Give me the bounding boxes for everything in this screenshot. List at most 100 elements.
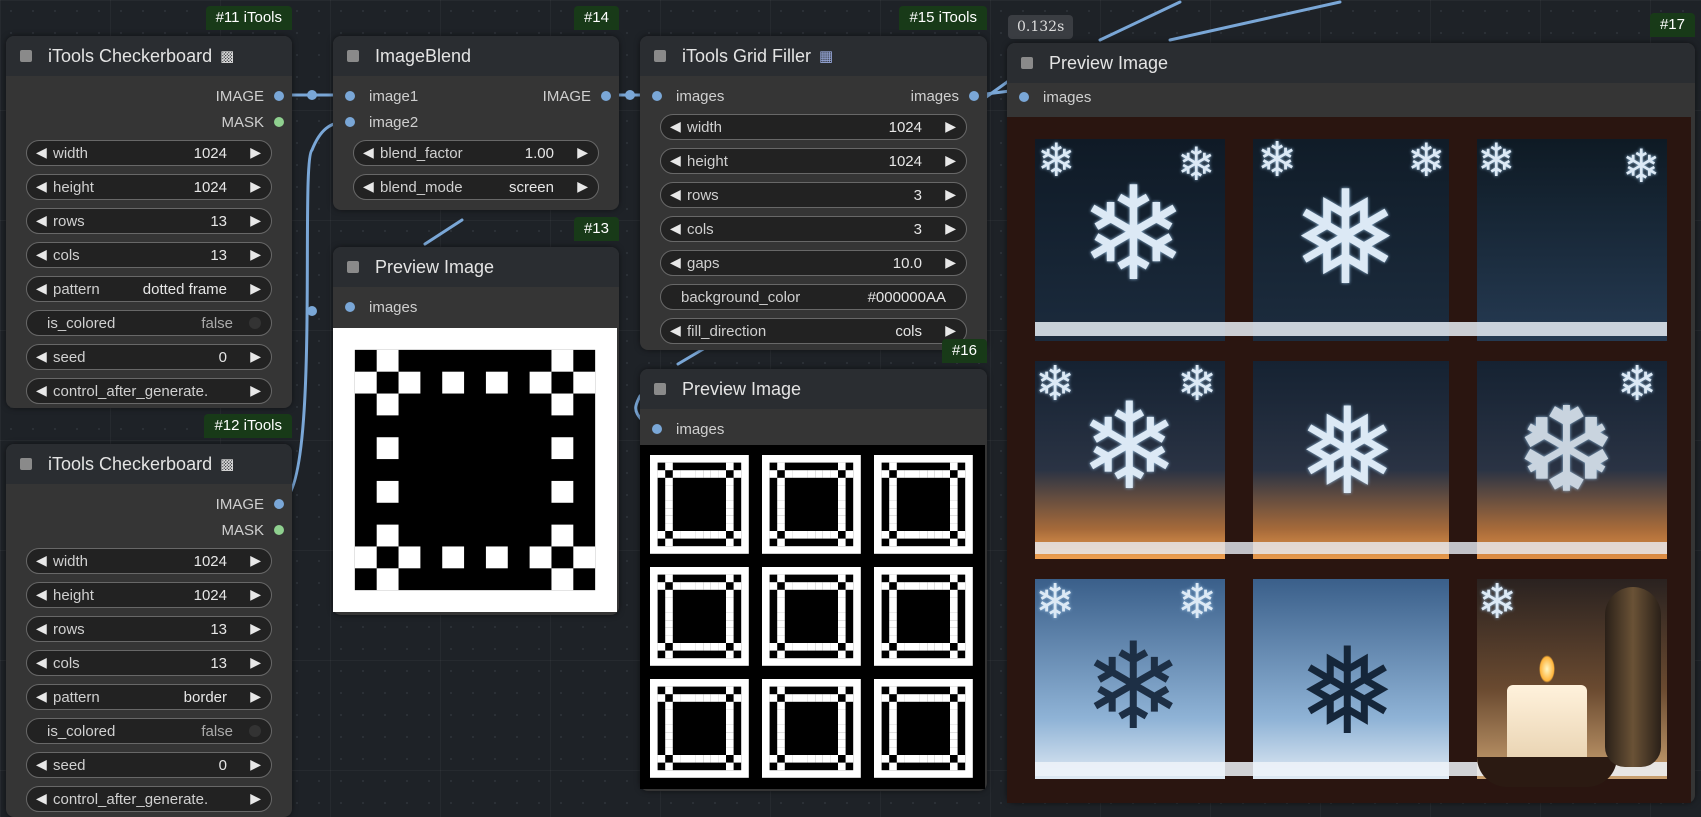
io-row-images[interactable]: images images <box>640 84 987 110</box>
decrement-arrow-icon[interactable]: ◀ <box>36 348 47 365</box>
decrement-arrow-icon[interactable]: ◀ <box>36 212 47 229</box>
node-11-checkerboard[interactable]: #11 iTools iTools Checkerboard ▩ IMAGE M… <box>6 6 292 408</box>
widget-height[interactable]: ◀ height 1024 ▶ <box>660 148 967 174</box>
widget-height[interactable]: ◀ height 1024 ▶ <box>26 174 272 200</box>
decrement-arrow-icon[interactable]: ◀ <box>670 254 681 271</box>
preview-image-snowflake-window[interactable]: ❄ ❅ ❄ ❄ ❄ ❄ ❄ ❄ ❄ ❅ ❆ ❄ ❄ ❄ ❄ ❅ ❄ ❄ ❄ <box>1007 117 1691 803</box>
widget-is-colored[interactable]: is_colored false <box>26 310 272 336</box>
node-title-bar[interactable]: Preview Image <box>1007 43 1695 83</box>
increment-arrow-icon[interactable]: ▶ <box>250 382 261 399</box>
increment-arrow-icon[interactable]: ▶ <box>250 280 261 297</box>
increment-arrow-icon[interactable]: ▶ <box>250 144 261 161</box>
decrement-arrow-icon[interactable]: ◀ <box>36 144 47 161</box>
output-mask[interactable]: MASK <box>6 518 292 544</box>
increment-arrow-icon[interactable]: ▶ <box>945 254 956 271</box>
increment-arrow-icon[interactable]: ▶ <box>250 212 261 229</box>
increment-arrow-icon[interactable]: ▶ <box>250 790 261 807</box>
decrement-arrow-icon[interactable]: ◀ <box>36 552 47 569</box>
widget-control-after-generate[interactable]: ◀ control_after_generate. ▶ <box>26 786 272 812</box>
decrement-arrow-icon[interactable]: ◀ <box>670 186 681 203</box>
widget-seed[interactable]: ◀ seed 0 ▶ <box>26 752 272 778</box>
widget-width[interactable]: ◀ width 1024 ▶ <box>660 114 967 140</box>
widget-pattern[interactable]: ◀ pattern dotted frame ▶ <box>26 276 272 302</box>
input-slot-dot[interactable] <box>345 302 355 312</box>
output-image[interactable]: IMAGE <box>6 492 292 518</box>
decrement-arrow-icon[interactable]: ◀ <box>36 790 47 807</box>
node-12-checkerboard[interactable]: #12 iTools iTools Checkerboard ▩ IMAGE M… <box>6 414 292 817</box>
output-mask[interactable]: MASK <box>6 110 292 136</box>
widget-width[interactable]: ◀ width 1024 ▶ <box>26 548 272 574</box>
increment-arrow-icon[interactable]: ▶ <box>250 246 261 263</box>
decrement-arrow-icon[interactable]: ◀ <box>36 756 47 773</box>
decrement-arrow-icon[interactable]: ◀ <box>36 382 47 399</box>
widget-blend-factor[interactable]: ◀ blend_factor 1.00 ▶ <box>353 140 599 166</box>
decrement-arrow-icon[interactable]: ◀ <box>36 280 47 297</box>
output-slot-dot[interactable] <box>969 91 979 101</box>
input-slot-dot[interactable] <box>652 91 662 101</box>
output-slot-dot[interactable] <box>274 91 284 101</box>
increment-arrow-icon[interactable]: ▶ <box>250 348 261 365</box>
node-16-preview[interactable]: #16 Preview Image images <box>640 339 987 791</box>
input-images[interactable]: images <box>640 417 987 443</box>
widget-rows[interactable]: ◀ rows 3 ▶ <box>660 182 967 208</box>
node-title-bar[interactable]: ImageBlend <box>333 36 619 76</box>
decrement-arrow-icon[interactable]: ◀ <box>36 688 47 705</box>
decrement-arrow-icon[interactable]: ◀ <box>36 654 47 671</box>
preview-image-grid[interactable] <box>640 445 985 789</box>
decrement-arrow-icon[interactable]: ◀ <box>36 246 47 263</box>
node-title-bar[interactable]: iTools Grid Filler ▦ <box>640 36 987 76</box>
increment-arrow-icon[interactable]: ▶ <box>945 152 956 169</box>
collapse-toggle-icon[interactable] <box>20 50 32 62</box>
collapse-toggle-icon[interactable] <box>1021 57 1033 69</box>
widget-rows[interactable]: ◀ rows 13 ▶ <box>26 208 272 234</box>
node-13-preview[interactable]: #13 Preview Image images <box>333 217 619 615</box>
widget-control-after-generate[interactable]: ◀ control_after_generate. ▶ <box>26 378 272 404</box>
node-15-grid-filler[interactable]: #15 iTools iTools Grid Filler ▦ images i… <box>640 6 987 350</box>
widget-blend-mode[interactable]: ◀ blend_mode screen ▶ <box>353 174 599 200</box>
widget-is-colored[interactable]: is_colored false <box>26 718 272 744</box>
output-slot-dot[interactable] <box>601 91 611 101</box>
increment-arrow-icon[interactable]: ▶ <box>945 186 956 203</box>
input-slot-dot[interactable] <box>1019 92 1029 102</box>
node-title-bar[interactable]: Preview Image <box>640 369 987 409</box>
output-image[interactable]: IMAGE <box>6 84 292 110</box>
toggle-knob[interactable] <box>249 317 261 329</box>
input-slot-dot[interactable] <box>345 91 355 101</box>
increment-arrow-icon[interactable]: ▶ <box>250 620 261 637</box>
widget-seed[interactable]: ◀ seed 0 ▶ <box>26 344 272 370</box>
decrement-arrow-icon[interactable]: ◀ <box>670 118 681 135</box>
increment-arrow-icon[interactable]: ▶ <box>945 118 956 135</box>
increment-arrow-icon[interactable]: ▶ <box>945 322 956 339</box>
io-row-1[interactable]: image1 IMAGE <box>333 84 619 110</box>
decrement-arrow-icon[interactable]: ◀ <box>670 152 681 169</box>
output-slot-dot[interactable] <box>274 499 284 509</box>
node-title-bar[interactable]: iTools Checkerboard ▩ <box>6 36 292 76</box>
increment-arrow-icon[interactable]: ▶ <box>250 586 261 603</box>
widget-cols[interactable]: ◀ cols 13 ▶ <box>26 242 272 268</box>
output-slot-dot[interactable] <box>274 117 284 127</box>
input-slot-dot[interactable] <box>652 424 662 434</box>
input-slot-dot[interactable] <box>345 117 355 127</box>
input-images[interactable]: images <box>333 295 619 321</box>
widget-width[interactable]: ◀ width 1024 ▶ <box>26 140 272 166</box>
increment-arrow-icon[interactable]: ▶ <box>945 220 956 237</box>
decrement-arrow-icon[interactable]: ◀ <box>36 586 47 603</box>
increment-arrow-icon[interactable]: ▶ <box>250 552 261 569</box>
output-slot-dot[interactable] <box>274 525 284 535</box>
decrement-arrow-icon[interactable]: ◀ <box>36 620 47 637</box>
node-14-imageblend[interactable]: #14 ImageBlend image1 IMAGE image2 ◀ blen… <box>333 6 619 210</box>
collapse-toggle-icon[interactable] <box>654 383 666 395</box>
widget-height[interactable]: ◀ height 1024 ▶ <box>26 582 272 608</box>
widget-cols[interactable]: ◀ cols 13 ▶ <box>26 650 272 676</box>
widget-rows[interactable]: ◀ rows 13 ▶ <box>26 616 272 642</box>
collapse-toggle-icon[interactable] <box>347 261 359 273</box>
toggle-knob[interactable] <box>249 725 261 737</box>
increment-arrow-icon[interactable]: ▶ <box>250 654 261 671</box>
decrement-arrow-icon[interactable]: ◀ <box>363 144 374 161</box>
widget-gaps[interactable]: ◀ gaps 10.0 ▶ <box>660 250 967 276</box>
increment-arrow-icon[interactable]: ▶ <box>250 178 261 195</box>
decrement-arrow-icon[interactable]: ◀ <box>670 220 681 237</box>
decrement-arrow-icon[interactable]: ◀ <box>36 178 47 195</box>
widget-background-color[interactable]: background_color #000000AA <box>660 284 967 310</box>
widget-fill-direction[interactable]: ◀ fill_direction cols ▶ <box>660 318 967 344</box>
